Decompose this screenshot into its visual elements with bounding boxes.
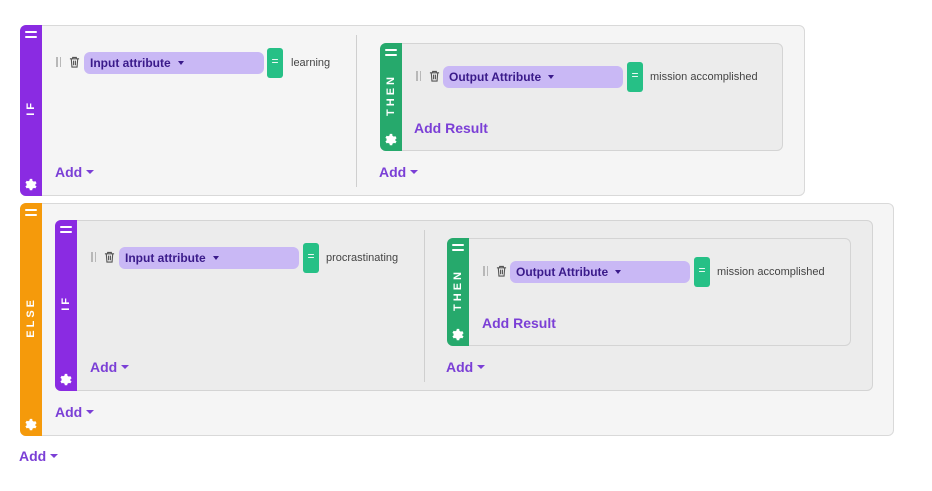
add-result-button[interactable]: Add Result <box>482 315 556 331</box>
if-label: IF <box>60 295 72 311</box>
column-divider <box>424 230 425 382</box>
result-value[interactable]: mission accomplished <box>650 71 758 83</box>
drag-handle-icon[interactable] <box>60 226 72 233</box>
then-add-button[interactable]: Add <box>446 359 486 375</box>
drag-handle-icon[interactable] <box>385 49 397 56</box>
add-label: Add <box>446 359 474 375</box>
gear-icon[interactable] <box>24 178 38 192</box>
output-attribute-select[interactable]: Output Attribute <box>510 261 690 283</box>
gear-icon[interactable] <box>384 133 398 147</box>
caret-down-icon <box>212 256 219 260</box>
if-sidebar: IF <box>20 25 42 196</box>
else-label: ELSE <box>25 296 37 338</box>
then-add-button[interactable]: Add <box>379 164 419 180</box>
drag-handle-icon[interactable] <box>25 31 37 38</box>
then-label: THEN <box>385 73 397 116</box>
output-attribute-select[interactable]: Output Attribute <box>443 66 623 88</box>
operator-button[interactable]: = <box>627 62 643 92</box>
add-label: Add <box>55 404 83 420</box>
input-attribute-label: Input attribute <box>90 56 171 70</box>
if-label: IF <box>25 100 37 116</box>
condition-value[interactable]: learning <box>291 57 330 69</box>
trash-icon[interactable] <box>496 265 507 277</box>
root-add-button[interactable]: Add <box>19 448 59 464</box>
row-drag-handle[interactable] <box>416 71 421 81</box>
input-attribute-select[interactable]: Input attribute <box>119 247 299 269</box>
result-value[interactable]: mission accomplished <box>717 266 825 278</box>
then-sidebar: THEN <box>380 43 402 151</box>
operator-button[interactable]: = <box>303 243 319 273</box>
row-drag-handle[interactable] <box>483 266 488 276</box>
nested-if-block: IF Input attribute = procrastinating Add… <box>55 220 873 391</box>
then-block: THEN Output Attribute = mission accompli… <box>380 43 783 151</box>
input-attribute-select[interactable]: Input attribute <box>84 52 264 74</box>
caret-down-icon <box>86 170 95 174</box>
add-label: Add <box>90 359 118 375</box>
add-label: Add <box>55 164 83 180</box>
caret-down-icon <box>410 170 419 174</box>
column-divider <box>356 35 357 187</box>
then-sidebar: THEN <box>447 238 469 346</box>
row-drag-handle[interactable] <box>56 57 61 67</box>
else-block: ELSE IF Input attribute = procrastinatin… <box>20 203 894 436</box>
operator-button[interactable]: = <box>267 48 283 78</box>
operator-button[interactable]: = <box>694 257 710 287</box>
trash-icon[interactable] <box>104 251 115 263</box>
output-attribute-label: Output Attribute <box>516 265 609 279</box>
caret-down-icon <box>121 365 130 369</box>
gear-icon[interactable] <box>24 418 38 432</box>
caret-down-icon <box>177 61 184 65</box>
caret-down-icon <box>477 365 486 369</box>
trash-icon[interactable] <box>429 70 440 82</box>
add-result-button[interactable]: Add Result <box>414 120 488 136</box>
add-label: Add <box>19 448 47 464</box>
gear-icon[interactable] <box>59 373 73 387</box>
add-label: Add <box>379 164 407 180</box>
else-add-button[interactable]: Add <box>55 404 95 420</box>
drag-handle-icon[interactable] <box>25 209 37 216</box>
if-block: IF Input attribute = learning Add THEN O… <box>20 25 805 196</box>
else-sidebar: ELSE <box>20 203 42 436</box>
drag-handle-icon[interactable] <box>452 244 464 251</box>
condition-value[interactable]: procrastinating <box>326 252 398 264</box>
then-label: THEN <box>452 268 464 311</box>
caret-down-icon <box>86 410 95 414</box>
caret-down-icon <box>615 270 622 274</box>
if-add-button[interactable]: Add <box>55 164 95 180</box>
trash-icon[interactable] <box>69 56 80 68</box>
then-block: THEN Output Attribute = mission accompli… <box>447 238 851 346</box>
row-drag-handle[interactable] <box>91 252 96 262</box>
output-attribute-label: Output Attribute <box>449 70 542 84</box>
if-sidebar: IF <box>55 220 77 391</box>
if-add-button[interactable]: Add <box>90 359 130 375</box>
input-attribute-label: Input attribute <box>125 251 206 265</box>
gear-icon[interactable] <box>451 328 465 342</box>
caret-down-icon <box>548 75 555 79</box>
caret-down-icon <box>50 454 59 458</box>
